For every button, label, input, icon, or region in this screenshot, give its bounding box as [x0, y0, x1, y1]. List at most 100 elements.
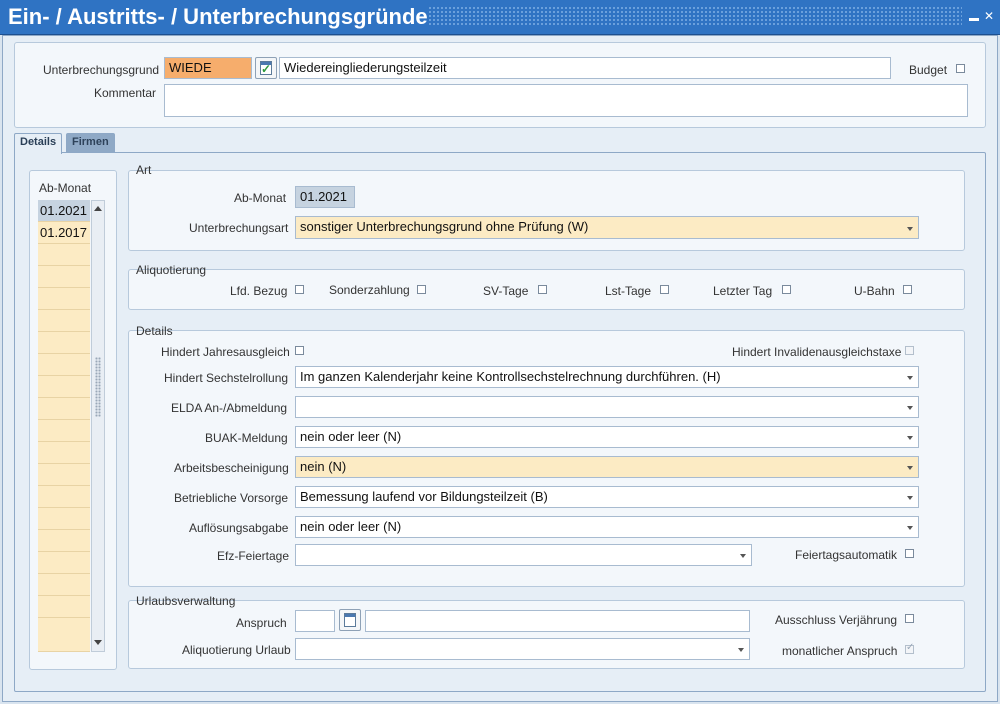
- checkmark-icon: ✓: [261, 62, 272, 76]
- urlaub-group-title: Urlaubsverwaltung: [136, 594, 236, 608]
- aufloesungsabgabe-value: nein oder leer (N): [300, 519, 402, 534]
- feiertagsautomatik-label: Feiertagsautomatik: [795, 548, 898, 562]
- aufloesungsabgabe-select[interactable]: nein oder leer (N): [295, 516, 919, 538]
- list-item-empty[interactable]: [38, 420, 90, 442]
- hindert-jahresausgleich-checkbox[interactable]: [295, 346, 304, 355]
- list-item[interactable]: 01.2017: [38, 222, 90, 244]
- anspruch-text-input[interactable]: [365, 610, 750, 632]
- kommentar-input[interactable]: [164, 84, 968, 117]
- lfd-bezug-checkbox[interactable]: [295, 285, 304, 294]
- chevron-down-icon[interactable]: [904, 217, 916, 238]
- chevron-down-icon[interactable]: [904, 427, 916, 447]
- window-title: Ein- / Austritts- / Unterbrechungsgründe: [8, 4, 428, 29]
- hindert-invalidenausgleichstaxe-checkbox[interactable]: [905, 346, 914, 355]
- buak-value: nein oder leer (N): [300, 429, 402, 444]
- hindert-sechstelrollung-select[interactable]: Im ganzen Kalenderjahr keine Kontrollsec…: [295, 366, 919, 388]
- list-item-empty[interactable]: [38, 486, 90, 508]
- title-bar: Ein- / Austritts- / Unterbrechungsgründe…: [0, 0, 1000, 35]
- letzter-tag-checkbox[interactable]: [782, 285, 791, 294]
- lst-tage-checkbox[interactable]: [660, 285, 669, 294]
- elda-select[interactable]: [295, 396, 919, 418]
- chevron-down-icon[interactable]: [904, 487, 916, 507]
- list-item-empty[interactable]: [38, 266, 90, 288]
- art-group-title: Art: [136, 163, 152, 177]
- unterbrechungsgrund-code-input[interactable]: WIEDE: [164, 57, 252, 79]
- ausschluss-verjaehrung-checkbox[interactable]: [905, 614, 914, 623]
- monatlicher-anspruch-label: monatlicher Anspruch: [782, 644, 898, 658]
- unterbrechungsart-value: sonstiger Unterbrechungsgrund ohne Prüfu…: [300, 219, 589, 234]
- betriebliche-vorsorge-select[interactable]: Bemessung laufend vor Bildungsteilzeit (…: [295, 486, 919, 508]
- list-item-empty[interactable]: [38, 398, 90, 420]
- ab-monat-list-header: Ab-Monat: [39, 181, 92, 195]
- list-item-empty[interactable]: [38, 530, 90, 552]
- anspruch-input[interactable]: [295, 610, 335, 632]
- list-item-empty[interactable]: [38, 630, 90, 652]
- list-item-empty[interactable]: [38, 288, 90, 310]
- minimize-icon[interactable]: [968, 10, 980, 22]
- kommentar-label: Kommentar: [94, 86, 157, 100]
- aliquotierung-urlaub-select[interactable]: [295, 638, 750, 660]
- unterbrechungsart-label: Unterbrechungsart: [189, 221, 289, 235]
- list-item-empty[interactable]: [38, 442, 90, 464]
- unterbrechungsgrund-label: Unterbrechungsgrund: [43, 63, 160, 77]
- efz-feiertage-label: Efz-Feiertage: [217, 549, 290, 563]
- chevron-down-icon[interactable]: [735, 639, 747, 659]
- lfd-bezug-label: Lfd. Bezug: [230, 284, 288, 298]
- list-scrollbar[interactable]: [91, 200, 105, 652]
- list-item-empty[interactable]: [38, 552, 90, 574]
- budget-label: Budget: [909, 63, 948, 77]
- chevron-down-icon[interactable]: [904, 397, 916, 417]
- list-item-empty[interactable]: [38, 574, 90, 596]
- list-item-empty[interactable]: [38, 244, 90, 266]
- arbeitsbescheinigung-label: Arbeitsbescheinigung: [174, 461, 289, 475]
- efz-feiertage-select[interactable]: [295, 544, 752, 566]
- scroll-up-icon[interactable]: [94, 203, 102, 213]
- arbeitsbescheinigung-select[interactable]: nein (N): [295, 456, 919, 478]
- ab-monat-field[interactable]: 01.2021: [295, 186, 355, 208]
- sonderzahlung-checkbox[interactable]: [417, 285, 426, 294]
- scroll-grip[interactable]: [95, 357, 101, 417]
- feiertagsautomatik-checkbox[interactable]: [905, 549, 914, 558]
- hindert-sechstelrollung-value: Im ganzen Kalenderjahr keine Kontrollsec…: [300, 369, 721, 384]
- u-bahn-label: U-Bahn: [854, 284, 895, 298]
- aliquotierung-group-title: Aliquotierung: [136, 263, 207, 277]
- list-item-empty[interactable]: [38, 464, 90, 486]
- chevron-down-icon[interactable]: [737, 545, 749, 565]
- list-item[interactable]: 01.2021: [38, 200, 90, 222]
- chevron-down-icon[interactable]: [904, 367, 916, 387]
- list-item-empty[interactable]: [38, 354, 90, 376]
- list-item-empty[interactable]: [38, 310, 90, 332]
- chevron-down-icon[interactable]: [904, 517, 916, 537]
- close-icon[interactable]: ✕: [983, 10, 995, 22]
- ausschluss-verjaehrung-label: Ausschluss Verjährung: [775, 613, 898, 627]
- tab-firmen[interactable]: Firmen: [66, 133, 115, 152]
- buak-label: BUAK-Meldung: [205, 431, 288, 445]
- scroll-down-icon[interactable]: [94, 637, 102, 647]
- hindert-invalidenausgleichstaxe-label: Hindert Invalidenausgleichstaxe: [732, 345, 902, 359]
- sv-tage-checkbox[interactable]: [538, 285, 547, 294]
- list-item-empty[interactable]: [38, 596, 90, 618]
- list-item-empty[interactable]: [38, 508, 90, 530]
- lookup-button[interactable]: ✓: [255, 57, 277, 79]
- u-bahn-checkbox[interactable]: [903, 285, 912, 294]
- title-bar-pattern: [428, 6, 962, 26]
- list-item-empty[interactable]: [38, 332, 90, 354]
- buak-select[interactable]: nein oder leer (N): [295, 426, 919, 448]
- budget-checkbox[interactable]: [956, 64, 965, 73]
- hindert-jahresausgleich-label: Hindert Jahresausgleich: [161, 345, 290, 359]
- ab-monat-label: Ab-Monat: [234, 191, 287, 205]
- unterbrechungsart-select[interactable]: sonstiger Unterbrechungsgrund ohne Prüfu…: [295, 216, 919, 239]
- aufloesungsabgabe-label: Auflösungsabgabe: [189, 521, 289, 535]
- tab-details[interactable]: Details: [14, 133, 63, 154]
- betriebliche-vorsorge-label: Betriebliche Vorsorge: [174, 491, 289, 505]
- monatlicher-anspruch-checkbox[interactable]: [905, 642, 914, 654]
- chevron-down-icon[interactable]: [904, 457, 916, 477]
- list-item-empty[interactable]: [38, 376, 90, 398]
- calendar-icon: [344, 613, 356, 627]
- sv-tage-label: SV-Tage: [483, 284, 529, 298]
- sonderzahlung-label: Sonderzahlung: [329, 283, 410, 297]
- lst-tage-label: Lst-Tage: [605, 284, 652, 298]
- aliquotierung-urlaub-label: Aliquotierung Urlaub: [182, 643, 291, 657]
- unterbrechungsgrund-text-input[interactable]: Wiedereingliederungsteilzeit: [279, 57, 891, 79]
- calendar-button[interactable]: [339, 609, 361, 631]
